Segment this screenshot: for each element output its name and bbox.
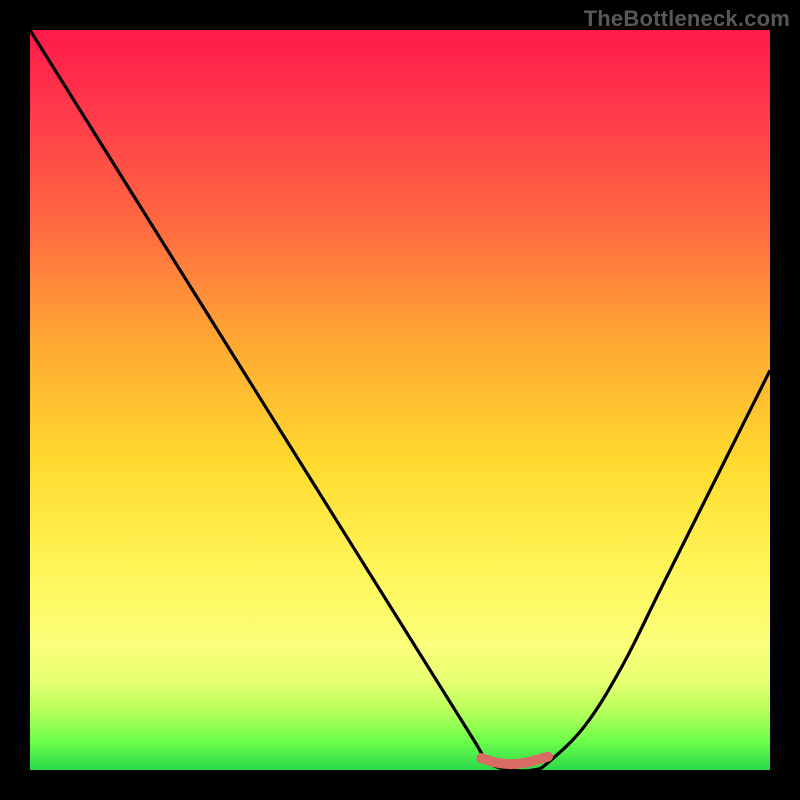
watermark-text: TheBottleneck.com: [584, 6, 790, 32]
plot-area: [30, 30, 770, 770]
chart-container: TheBottleneck.com: [0, 0, 800, 800]
bottleneck-curve-line: [30, 30, 770, 771]
min-marker-line: [481, 757, 548, 764]
chart-svg: [30, 30, 770, 770]
